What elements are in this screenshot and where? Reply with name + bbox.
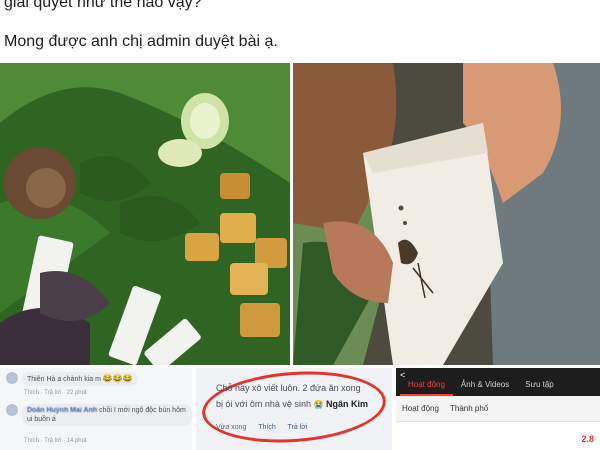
comment-meta[interactable]: Thích · Trả lời · 14 phút <box>24 438 87 444</box>
comment-2: Doãn Huỳnh Mai Anh chồi I mới ngộ độc bú… <box>6 404 192 426</box>
photo-left[interactable] <box>0 63 290 365</box>
comment-screenshot-left: Thiên Hà a chành kia m 😂😂😂 Thích · Trả l… <box>0 368 192 450</box>
rating-value: 2.8 <box>581 434 594 444</box>
tab-photos-videos[interactable]: Ảnh & Videos <box>453 380 517 396</box>
comment-text-line-2: bị ói với ôm nhà vệ sinh <box>216 399 311 409</box>
avatar <box>6 404 18 416</box>
comment-text: Thiên Hà a chành kia m <box>27 376 101 383</box>
laughing-emoji-icon: 😂😂😂 <box>102 374 133 383</box>
comment-bubble: Doãn Huỳnh Mai Anh chồi I mới ngộ độc bú… <box>22 404 192 426</box>
like-link[interactable]: Thích <box>258 424 276 431</box>
post-text-line-1: giải quyết như thế nào vậy? <box>4 0 202 11</box>
comment-text-line-2-wrap: bị ói với ôm nhà vệ sinh 😭 Ngân Kim <box>216 398 368 411</box>
comment-text-line-1: Chỗ này xô viết luôn. 2 đứa ăn xong <box>216 383 361 393</box>
app-sub-bar: Hoạt động Thành phố <box>396 396 600 422</box>
tab-activity[interactable]: Hoạt động <box>400 380 453 396</box>
food-plate-image <box>0 63 290 365</box>
filter-city[interactable]: Thành phố <box>450 404 488 413</box>
tagged-name[interactable]: Ngân Kim <box>326 399 368 409</box>
photo-right[interactable] <box>293 63 600 365</box>
filter-activity[interactable]: Hoạt động <box>402 404 439 413</box>
post-text-line-2: Mong được anh chị admin duyệt bài ạ. <box>4 33 278 50</box>
comment-actions: Vừa xong Thích Trả lời <box>216 424 317 431</box>
reply-link[interactable]: Trả lời <box>288 424 308 431</box>
comment-1: Thiên Hà a chành kia m 😂😂😂 <box>6 372 138 386</box>
comment-screenshot-highlight: Chỗ này xô viết luôn. 2 đứa ăn xong bị ó… <box>196 368 392 450</box>
comment-bubble: Thiên Hà a chành kia m 😂😂😂 <box>22 372 138 386</box>
screenshot-strip: Thiên Hà a chành kia m 😂😂😂 Thích · Trả l… <box>0 368 600 450</box>
tab-collection[interactable]: Sưu tập <box>517 380 561 396</box>
avatar <box>6 372 18 384</box>
crying-emoji-icon: 😭 <box>313 400 324 409</box>
app-tab-bar: < Hoạt động Ảnh & Videos Sưu tập <box>396 368 600 396</box>
commenter-name[interactable]: Doãn Huỳnh Mai Anh <box>27 407 97 414</box>
app-screenshot: < Hoạt động Ảnh & Videos Sưu tập Hoạt độ… <box>396 368 600 450</box>
comment-meta[interactable]: Thích · Trả lời · 22 phút <box>24 390 87 396</box>
held-rice-cake-image <box>293 63 600 365</box>
comment-time: Vừa xong <box>216 424 247 431</box>
back-arrow-icon[interactable]: < <box>400 370 405 380</box>
